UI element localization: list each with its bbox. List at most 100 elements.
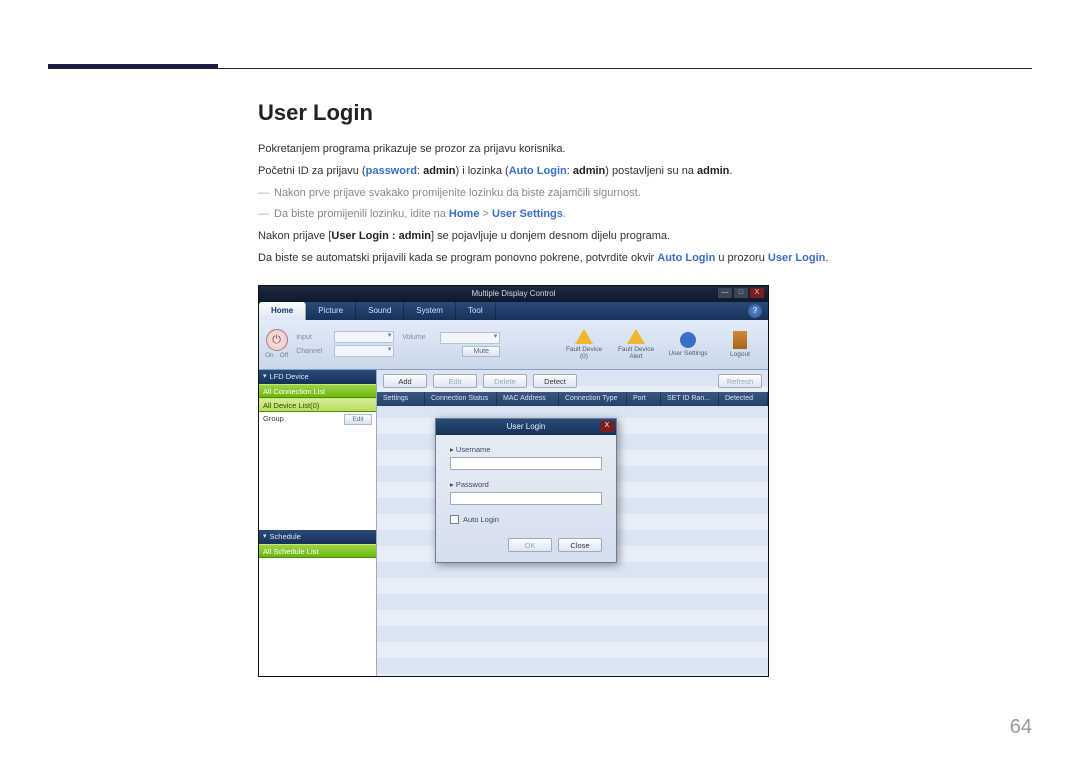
text-bold: admin — [423, 165, 455, 177]
minimize-button[interactable]: — — [718, 288, 732, 298]
power-icon[interactable]: ⏻ — [266, 329, 288, 351]
help-button[interactable]: ? — [748, 304, 762, 318]
label: Fault Device Alert — [614, 346, 658, 360]
header-rule — [48, 68, 1032, 69]
col-detected[interactable]: Detected — [719, 392, 768, 406]
text: . — [563, 208, 566, 220]
label: Fault Device (0) — [562, 346, 606, 360]
label: Group — [263, 414, 284, 425]
text: > — [479, 208, 492, 220]
col-settings[interactable]: Settings — [377, 392, 425, 406]
col-connection-status[interactable]: Connection Status — [425, 392, 497, 406]
off-label: Off — [280, 352, 289, 359]
dialog-buttons: OK Close — [450, 534, 602, 552]
detect-button[interactable]: Detect — [533, 374, 577, 388]
text-bold-link: User Login — [768, 252, 825, 264]
tab-system[interactable]: System — [404, 302, 456, 320]
password-field: ▸ Password — [450, 480, 602, 505]
text: Nakon prijave [ — [258, 230, 331, 242]
text: Da biste promijenili lozinku, idite na — [274, 208, 449, 220]
col-connection-type[interactable]: Connection Type — [559, 392, 627, 406]
dialog-close-button[interactable]: X — [600, 421, 614, 432]
input-select[interactable] — [334, 331, 394, 343]
tab-sound[interactable]: Sound — [356, 302, 404, 320]
delete-button[interactable]: Delete — [483, 374, 527, 388]
page-title: User Login — [258, 100, 1032, 126]
checkbox-icon — [450, 515, 459, 524]
paragraph-intro: Pokretanjem programa prikazuje se prozor… — [258, 140, 1032, 160]
maximize-button[interactable]: □ — [734, 288, 748, 298]
sidebar-all-connection[interactable]: All Connection List — [259, 384, 376, 398]
sidebar-schedule-area — [259, 558, 376, 676]
fault-device-button[interactable]: Fault Device (0) — [562, 329, 606, 360]
ok-button[interactable]: OK — [508, 538, 552, 552]
app-titlebar: Multiple Display Control — □ X — [259, 286, 768, 302]
warning-icon — [575, 329, 593, 344]
volume-group: Volume Mute — [402, 332, 500, 357]
text: u prozoru — [715, 252, 768, 264]
on-label: On — [265, 352, 274, 359]
label: User Settings — [668, 350, 707, 357]
col-mac-address[interactable]: MAC Address — [497, 392, 559, 406]
close-button[interactable]: Close — [558, 538, 602, 552]
mute-button[interactable]: Mute — [462, 346, 500, 357]
username-label: Username — [456, 445, 491, 454]
user-settings-button[interactable]: User Settings — [666, 332, 710, 357]
password-label: Password — [456, 480, 489, 489]
sidebar-header-schedule[interactable]: Schedule — [259, 530, 376, 544]
tab-picture[interactable]: Picture — [306, 302, 356, 320]
channel-select[interactable] — [334, 345, 394, 357]
username-input[interactable] — [450, 457, 602, 470]
input-channel-group: Input Channel — [296, 331, 394, 357]
main-panel: Add Edit Delete Detect Refresh Settings … — [377, 370, 768, 676]
edit-button[interactable]: Edit — [433, 374, 477, 388]
text: . — [729, 165, 732, 177]
auto-login-checkbox[interactable]: Auto Login — [450, 515, 602, 524]
menubar: Home Picture Sound System Tool ? — [259, 302, 768, 320]
text: Početni ID za prijavu ( — [258, 165, 366, 177]
sidebar-tree-area: Group Edit — [259, 412, 376, 530]
col-port[interactable]: Port — [627, 392, 661, 406]
note-change-password: Nakon prve prijave svakako promijenite l… — [258, 184, 1032, 204]
logout-button[interactable]: Logout — [718, 331, 762, 358]
text: ] se pojavljuje u donjem desnom dijelu p… — [431, 230, 670, 242]
sidebar-header-lfd[interactable]: LFD Device — [259, 370, 376, 384]
input-label: Input — [296, 334, 330, 341]
user-login-dialog: User Login X ▸ Username ▸ Password — [435, 418, 617, 563]
channel-label: Channel — [296, 348, 330, 355]
link-user-settings: User Settings — [492, 208, 563, 220]
refresh-button[interactable]: Refresh — [718, 374, 762, 388]
text-bold-link: Auto Login — [509, 165, 567, 177]
sidebar: LFD Device All Connection List All Devic… — [259, 370, 377, 676]
tab-tool[interactable]: Tool — [456, 302, 496, 320]
door-icon — [733, 331, 747, 349]
volume-label: Volume — [402, 334, 436, 341]
user-icon — [680, 332, 696, 348]
tab-home[interactable]: Home — [259, 302, 306, 320]
app-screenshot: Multiple Display Control — □ X Home Pict… — [258, 285, 769, 677]
sidebar-all-device[interactable]: All Device List(0) — [259, 398, 376, 412]
dialog-titlebar: User Login X — [436, 419, 616, 435]
dialog-title: User Login — [507, 422, 546, 431]
close-button[interactable]: X — [750, 288, 764, 298]
text: Da biste se automatski prijavili kada se… — [258, 252, 657, 264]
text-bold: admin — [573, 165, 605, 177]
edit-button[interactable]: Edit — [344, 414, 372, 425]
text-bold-link: Auto Login — [657, 252, 715, 264]
auto-login-label: Auto Login — [463, 515, 499, 524]
volume-select[interactable] — [440, 332, 500, 344]
sidebar-group-item[interactable]: Group Edit — [259, 412, 376, 427]
text: ) postavljeni su na — [605, 165, 697, 177]
table-header: Settings Connection Status MAC Address C… — [377, 392, 768, 406]
link-home: Home — [449, 208, 480, 220]
page-number: 64 — [1010, 716, 1032, 739]
dialog-body: ▸ Username ▸ Password Auto Login OK — [436, 435, 616, 562]
password-input[interactable] — [450, 492, 602, 505]
paragraph-after-login: Nakon prijave [User Login : admin] se po… — [258, 227, 1032, 247]
col-setid-range[interactable]: SET ID Ran... — [661, 392, 719, 406]
username-field: ▸ Username — [450, 445, 602, 470]
sidebar-all-schedule[interactable]: All Schedule List — [259, 544, 376, 558]
fault-device-alert-button[interactable]: Fault Device Alert — [614, 329, 658, 360]
text: . — [825, 252, 828, 264]
add-button[interactable]: Add — [383, 374, 427, 388]
